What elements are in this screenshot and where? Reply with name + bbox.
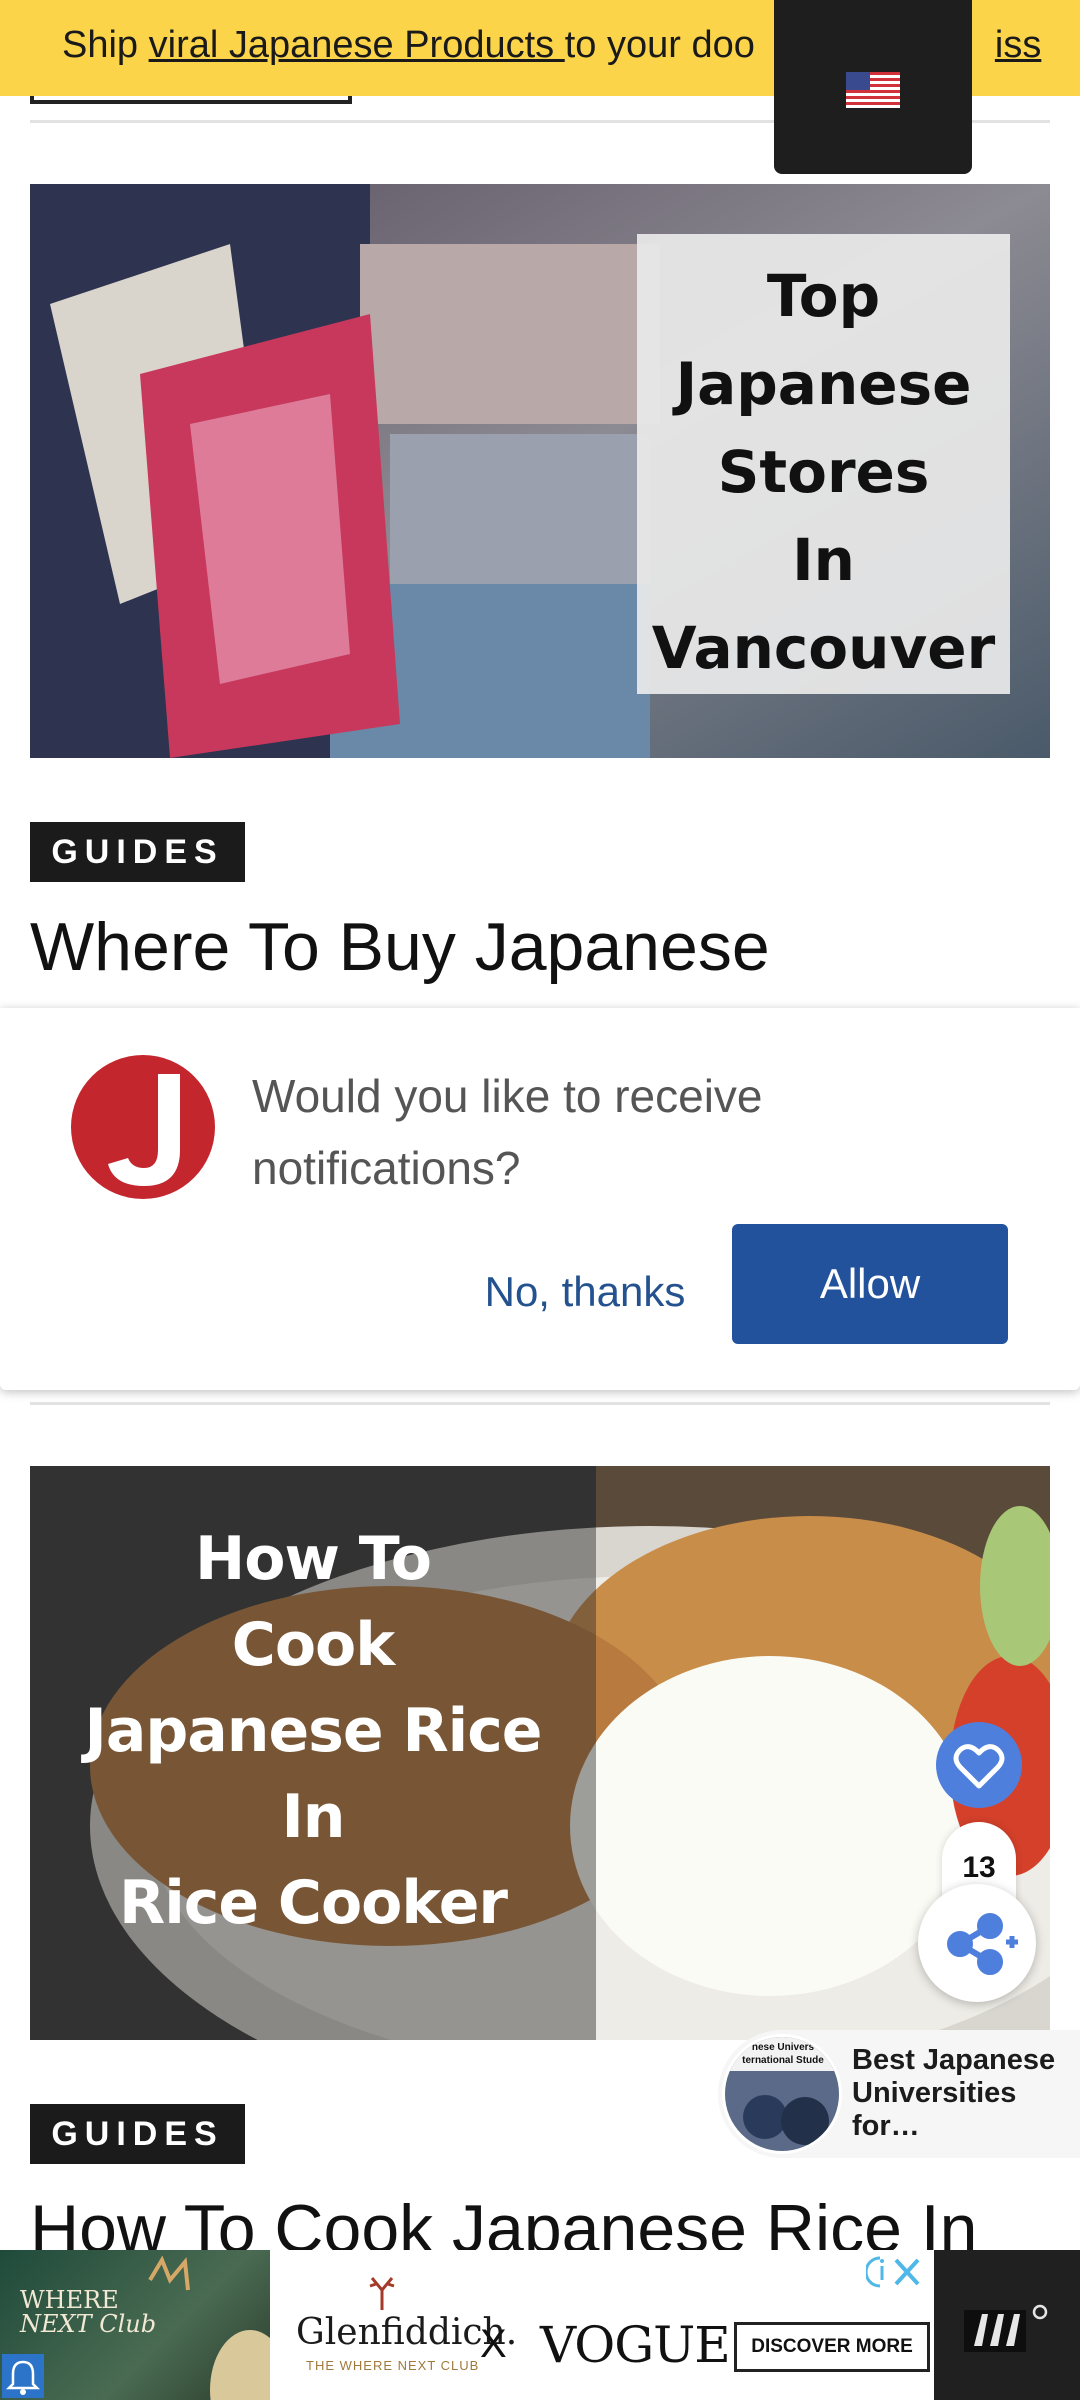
- overlay-line: Cook: [231, 1610, 395, 1680]
- promo-tail[interactable]: iss: [995, 24, 1041, 66]
- related-thumbnail: nese Univers ternational Stude: [722, 2034, 842, 2154]
- overlay-line: In: [792, 526, 855, 594]
- ad-logo-panel: [934, 2250, 1080, 2400]
- notification-message: Would you like to receive notifications?: [252, 1070, 763, 1194]
- ad-logo-icon: [964, 2304, 1048, 2352]
- overlay-line: In: [281, 1782, 345, 1852]
- favorite-button[interactable]: [936, 1722, 1022, 1808]
- divider: [30, 1402, 1050, 1405]
- image-overlay-text: Top Japanese Stores In Vancouver: [637, 252, 1010, 692]
- overlay-line: Stores: [717, 438, 930, 506]
- ad-left-text: WHERE NEXT Club: [20, 2286, 157, 2338]
- allow-button[interactable]: Allow: [732, 1224, 1008, 1344]
- site-logo-icon: [71, 1055, 215, 1199]
- overlay-line: Japanese Rice: [84, 1696, 543, 1766]
- overlay-line: Top: [766, 262, 881, 330]
- share-icon: [947, 1913, 1018, 1975]
- notification-bell-button[interactable]: [2, 2354, 44, 2398]
- promo-prefix: Ship: [62, 24, 149, 66]
- discover-more-button[interactable]: DISCOVER MORE: [734, 2322, 930, 2372]
- category-badge[interactable]: GUIDES: [30, 2104, 245, 2164]
- bell-icon: [5, 2360, 41, 2395]
- article-thumbnail[interactable]: Top Japanese Stores In Vancouver: [30, 184, 1050, 758]
- related-thumb-text: nese Univers ternational Stude: [742, 2042, 824, 2066]
- notification-prompt: Would you like to receive notifications?…: [0, 1008, 1080, 1390]
- share-button[interactable]: [918, 1884, 1036, 2002]
- ad-partner: VOGUE: [540, 2316, 731, 2374]
- promo-middle: to your doo: [564, 24, 755, 66]
- ad-close-icon[interactable]: [866, 2254, 930, 2290]
- bottom-ad-banner[interactable]: WHERE NEXT Club Glenfiddich. THE WHERE N…: [0, 2250, 1080, 2400]
- overlay-line: Japanese: [675, 350, 972, 418]
- ad-x: X: [480, 2322, 507, 2366]
- no-thanks-button[interactable]: No, thanks: [470, 1260, 700, 1324]
- post-title[interactable]: Where To Buy Japanese: [30, 908, 770, 986]
- overlay-line: Vancouver: [651, 614, 996, 682]
- overlay-line: How To: [195, 1524, 432, 1594]
- category-badge[interactable]: GUIDES: [30, 822, 245, 882]
- overlay-line: Rice Cooker: [119, 1868, 508, 1938]
- stag-icon: [369, 2277, 395, 2310]
- promo-link[interactable]: viral Japanese Products: [149, 24, 565, 66]
- article-thumbnail[interactable]: How To Cook Japanese Rice In Rice Cooker: [30, 1466, 1050, 2040]
- related-title: Best Japanese Universities for…: [852, 2044, 1056, 2142]
- language-selector[interactable]: [774, 0, 972, 174]
- heart-icon: [953, 1744, 1005, 1789]
- us-flag-icon: [846, 72, 900, 108]
- ad-brand-sub: THE WHERE NEXT CLUB: [306, 2358, 480, 2373]
- related-post-popup[interactable]: nese Univers ternational Stude Best Japa…: [718, 2030, 1080, 2158]
- image-overlay-text: How To Cook Japanese Rice In Rice Cooker: [30, 1516, 596, 1946]
